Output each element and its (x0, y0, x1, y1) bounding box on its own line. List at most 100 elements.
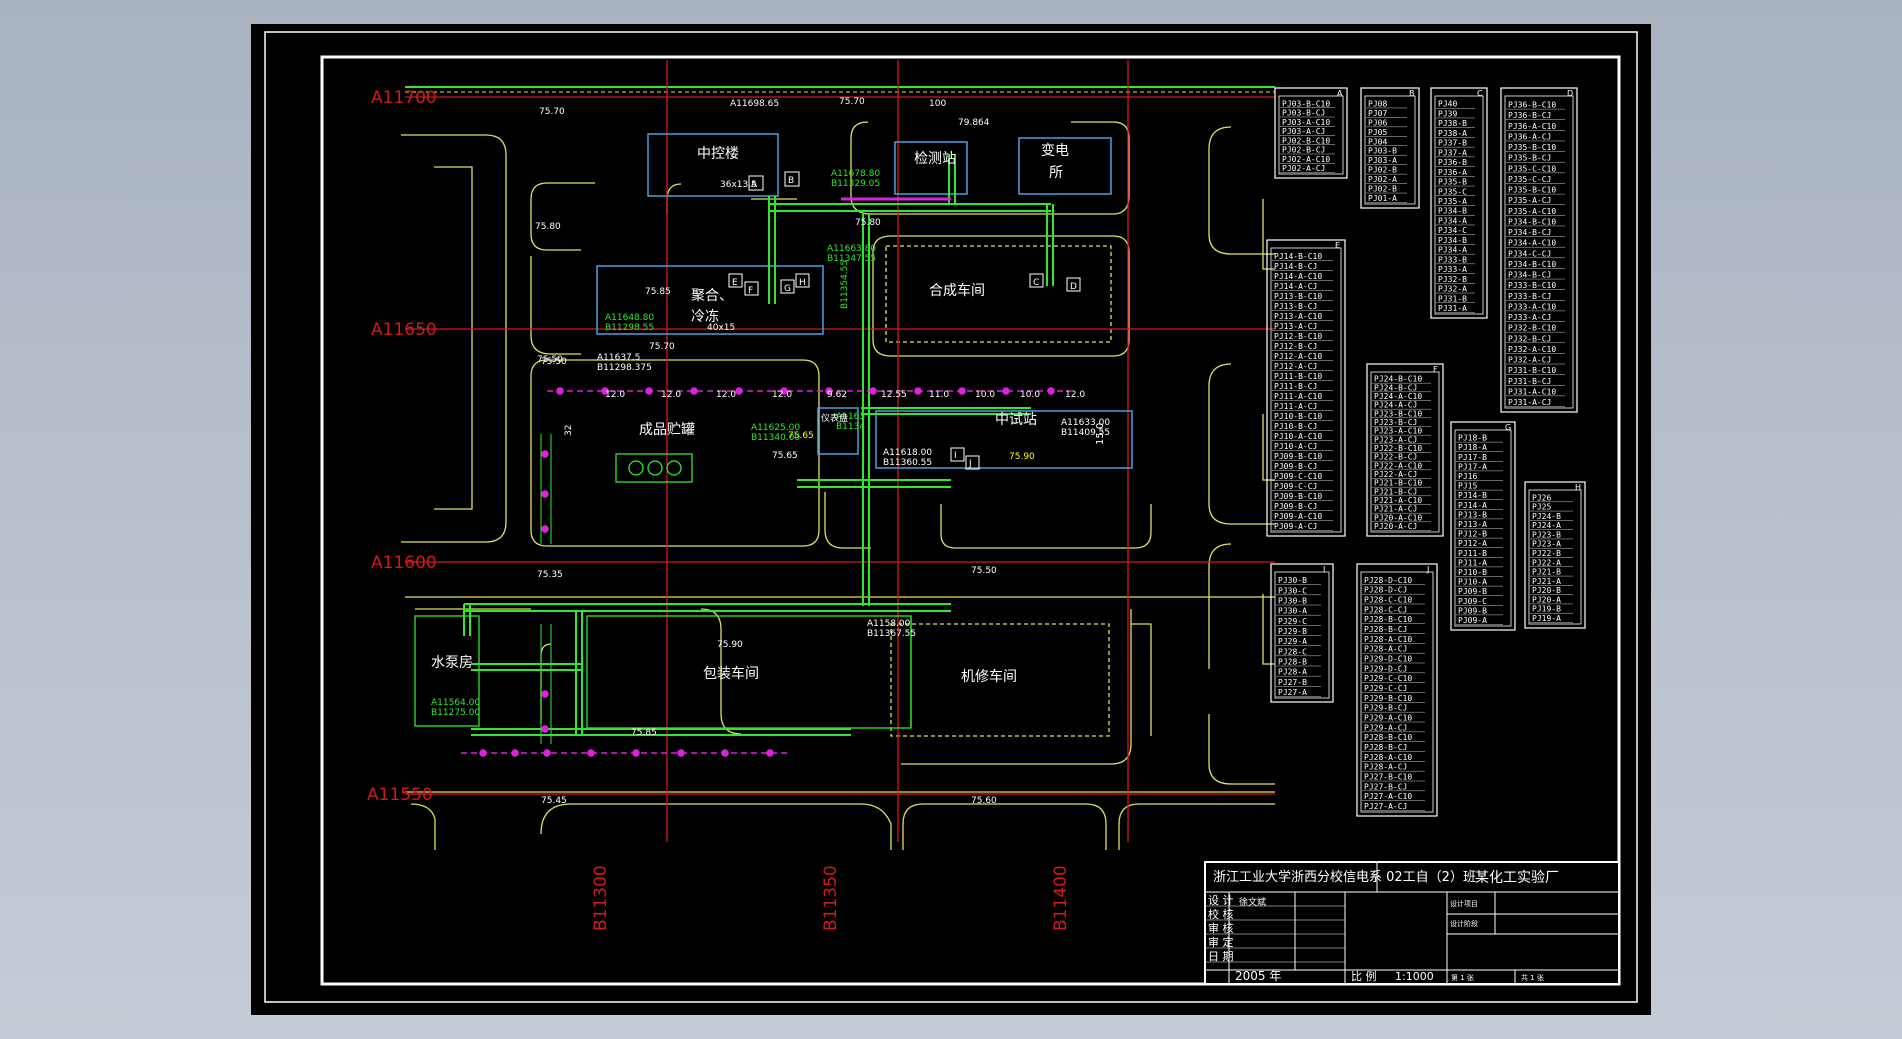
annotation-t5: G (784, 284, 791, 294)
table-id: B (1409, 89, 1415, 98)
table-row: PJ38-A (1438, 129, 1467, 138)
table-row: PJ27-A-C10 (1364, 792, 1412, 801)
table-row: PJ28-B-CJ (1364, 625, 1407, 634)
table-row: PJ12-B (1458, 530, 1487, 539)
table-row: PJ35-C-C10 (1508, 164, 1556, 173)
building-label-jiance: 检测站 (914, 151, 956, 167)
table-row: PJ24-B-C10 (1374, 375, 1422, 384)
table-row: PJ04 (1368, 137, 1387, 146)
table-row: PJ21-A (1532, 577, 1561, 586)
table-row: PJ10-A-CJ (1274, 442, 1317, 451)
table-row: PJ28-B-CJ (1364, 743, 1407, 752)
table-row: PJ10-A (1458, 578, 1487, 587)
table-row: PJ29-D-CJ (1364, 664, 1407, 673)
table-row: PJ32-B-CJ (1508, 334, 1551, 343)
annotation-e4: 75.85 (645, 287, 671, 297)
table-row: PJ22-B (1532, 549, 1561, 558)
table-row: PJ29-C-CJ (1364, 684, 1407, 693)
table-row: PJ34-B (1438, 207, 1467, 216)
annotation-t2: B (788, 176, 794, 186)
table-row: PJ23-A-CJ (1374, 435, 1417, 444)
table-row: PJ03-B-CJ (1282, 109, 1325, 118)
table-row: PJ02-B (1368, 166, 1397, 175)
table-row: PJ09-B-C10 (1274, 452, 1322, 461)
table-row: PJ10-B-CJ (1274, 422, 1317, 431)
table-id: A (1337, 89, 1343, 98)
title-review-label: 审 核 (1208, 921, 1234, 935)
table-row: PJ20-A-CJ (1374, 522, 1417, 531)
table-row: PJ09-B-CJ (1274, 502, 1317, 511)
annotation-s5: 9.62 (827, 390, 847, 400)
table-row: PJ24-A-C10 (1374, 392, 1422, 401)
table-row: PJ35-B-C10 (1508, 143, 1556, 152)
table-row: PJ37-B (1438, 139, 1467, 148)
table-row: PJ27-A (1278, 688, 1307, 697)
table-row: PJ17-A (1458, 462, 1487, 471)
table-row: PJ13-A (1458, 520, 1487, 529)
annotation-e17: 75.50 (971, 566, 997, 576)
annotation-e13: 75.60 (971, 796, 997, 806)
building-label-zhongkong: 中控楼 (697, 146, 739, 162)
table-row: PJ13-A-CJ (1274, 322, 1317, 331)
drawing-viewport[interactable]: A PJ03-B-C10 PJ03-B-CJ PJ03-A-C10 PJ03-A-CJ P… (251, 24, 1651, 1015)
table-row: PJ20-B (1532, 586, 1561, 595)
building-label-shuibeng: 水泵房 (431, 655, 473, 671)
table-row: PJ12-B-CJ (1274, 342, 1317, 351)
table-id: E (1335, 241, 1340, 250)
annotation-s2: 12.0 (661, 390, 681, 400)
table-row: PJ31-A-C10 (1508, 387, 1556, 396)
table-row: PJ27-A-CJ (1364, 802, 1407, 811)
table-row: PJ29-C (1278, 617, 1307, 626)
table-row: PJ29-B-C10 (1364, 694, 1412, 703)
table-row: PJ07 (1368, 109, 1387, 118)
table-row: PJ13-A-C10 (1274, 312, 1322, 321)
table-row: PJ27-B-C10 (1364, 773, 1412, 782)
annotation-t3: E (732, 278, 738, 288)
table-row: PJ05 (1368, 128, 1387, 137)
annotation-c8: A11637.5 (597, 353, 640, 363)
annotation-c18: A1158.00 (867, 619, 911, 629)
annotation-t4: F (748, 286, 753, 296)
table-id: G (1505, 423, 1511, 432)
table-row: PJ21-A-CJ (1374, 505, 1417, 514)
table-row: PJ09-B-CJ (1274, 462, 1317, 471)
annotation-c17: B11275.00 (431, 708, 480, 718)
table-row: PJ25 (1532, 503, 1551, 512)
annotation-s10: 12.0 (1065, 390, 1085, 400)
table-row: PJ02-A-CJ (1282, 164, 1325, 173)
table-row: PJ09-A (1458, 616, 1487, 625)
building-label-biandian_1: 变电 (1041, 143, 1069, 159)
table-row: PJ03-A-CJ (1282, 127, 1325, 136)
title-approve-label: 审 定 (1208, 935, 1234, 949)
table-row: PJ34-B-C10 (1508, 217, 1556, 226)
table-row: PJ34-B-C10 (1508, 260, 1556, 269)
table-row: PJ30-B (1278, 597, 1307, 606)
table-row: PJ28-D-CJ (1364, 586, 1407, 595)
grid-label-a: A11700 (371, 88, 437, 108)
table-row: PJ19-B (1532, 605, 1561, 614)
annotation-e9: 75.65 (772, 451, 798, 461)
building-label-biandian_2: 所 (1049, 165, 1063, 181)
table-row: PJ23-A-C10 (1374, 427, 1422, 436)
building-label-juhe_1: 聚合、 (691, 288, 733, 304)
grid-label-b: B11400 (1051, 865, 1071, 931)
table-row: PJ26 (1532, 493, 1551, 502)
annotation-c6: A11648.80 (605, 313, 654, 323)
table-row: PJ13-B-CJ (1274, 302, 1317, 311)
grid-label-a: A11550 (367, 785, 433, 805)
table-row: PJ28-A-CJ (1364, 645, 1407, 654)
table-row: PJ34-C-CJ (1508, 249, 1551, 258)
annotation-s9: 10.0 (1020, 390, 1040, 400)
table-row: PJ34-B-CJ (1508, 228, 1551, 237)
table-row: PJ35-C-CJ (1508, 175, 1551, 184)
table-row: PJ30-C (1278, 586, 1307, 595)
annotation-c5: B11347.55 (827, 254, 876, 264)
annotation-t10: J (968, 459, 972, 469)
table-row: PJ29-A-CJ (1364, 723, 1407, 732)
title-scale-label: 比 例 (1351, 969, 1377, 983)
table-row: PJ22-A-CJ (1374, 470, 1417, 479)
annotation-d1: 100 (929, 99, 946, 109)
table-row: PJ36-B (1438, 158, 1467, 167)
annotation-c2: A11678.80 (831, 169, 880, 179)
table-row: PJ28-A-C10 (1364, 635, 1412, 644)
